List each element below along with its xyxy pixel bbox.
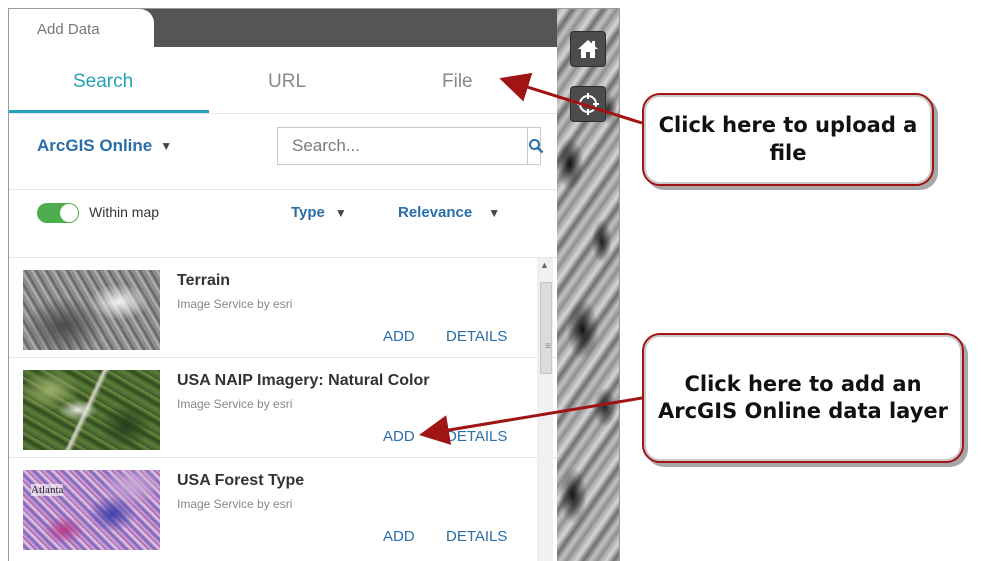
imagery-thumbnail [23,370,160,450]
tabs-divider [9,113,557,114]
list-item: Terrain Image Service by esri ADD DETAIL… [9,258,557,358]
type-filter-dropdown[interactable]: Type ▼ [291,204,347,221]
item-title: Terrain [177,272,231,289]
source-dropdown[interactable]: ArcGIS Online ▼ [37,136,172,156]
details-button[interactable]: DETAILS [446,328,507,345]
sort-label: Relevance [398,204,473,221]
grip-icon: ≡ [545,341,551,352]
add-button[interactable]: ADD [383,328,415,345]
within-map-toggle[interactable] [37,203,79,223]
tab-url[interactable]: URL [268,71,306,93]
chevron-down-icon: ▼ [334,205,347,220]
section-divider [9,189,557,190]
upload-callout-text: Click here to upload a file [658,113,918,165]
list-item: USA NAIP Imagery: Natural Color Image Se… [9,358,557,458]
results-list: Terrain Image Service by esri ADD DETAIL… [9,258,557,561]
item-title: USA NAIP Imagery: Natural Color [177,372,430,389]
home-icon [578,40,598,58]
type-filter-label: Type [291,204,325,221]
scroll-up-icon[interactable]: ▲ [540,260,549,270]
panel-title-tab: Add Data [9,9,154,47]
locate-button[interactable] [570,86,606,122]
source-label: ArcGIS Online [37,136,153,155]
item-subtitle: Image Service by esri [177,297,293,311]
home-button[interactable] [570,31,606,67]
toggle-knob [60,204,78,222]
search-box [277,127,544,165]
details-button[interactable]: DETAILS [446,428,507,445]
details-button[interactable]: DETAILS [446,528,507,545]
item-subtitle: Image Service by esri [177,397,293,411]
terrain-thumbnail [23,270,160,350]
tab-file[interactable]: File [442,71,473,93]
forest-thumbnail: Atlanta [23,470,160,550]
chevron-down-icon: ▼ [160,139,173,153]
sort-dropdown[interactable]: Relevance ▼ [398,204,500,221]
locate-icon [577,93,599,115]
item-title: USA Forest Type [177,472,305,489]
add-data-widget-frame: Add Data Search URL File ArcGIS Online ▼ [8,8,620,561]
add-layer-callout: Click here to add an ArcGIS Online data … [642,333,964,463]
search-input[interactable] [278,128,527,164]
chevron-down-icon: ▼ [488,205,501,220]
thumb-place-label: Atlanta [31,484,64,496]
add-button[interactable]: ADD [383,528,415,545]
add-button[interactable]: ADD [383,428,415,445]
results-scrollbar[interactable]: ▲ ≡ [537,258,553,561]
panel-title: Add Data [37,21,100,38]
list-item: Atlanta USA Forest Type Image Service by… [9,458,537,558]
search-button[interactable] [527,128,544,164]
scroll-thumb[interactable]: ≡ [540,282,552,374]
add-data-panel: Add Data Search URL File ArcGIS Online ▼ [9,9,557,561]
upload-callout: Click here to upload a file [642,93,934,186]
tab-search[interactable]: Search [73,71,133,93]
add-layer-callout-text: Click here to add an ArcGIS Online data … [658,371,948,423]
search-icon [529,139,544,154]
item-subtitle: Image Service by esri [177,497,293,511]
within-map-label: Within map [89,204,160,220]
active-tab-indicator [9,110,209,113]
